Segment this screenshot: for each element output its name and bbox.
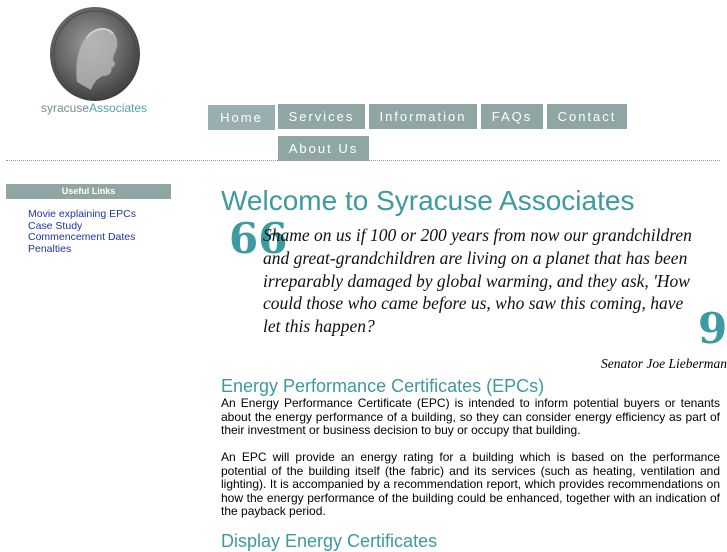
nav-information[interactable]: Information <box>369 104 477 129</box>
sidebar-heading: Useful Links <box>6 184 171 199</box>
sidebar-link-penalties[interactable]: Penalties <box>28 243 136 256</box>
header-divider <box>6 160 720 161</box>
logo-text-suffix: Associates <box>89 101 148 115</box>
quote-attribution: Senator Joe Lieberman <box>601 356 727 371</box>
section-heading-epcs: Energy Performance Certificates (EPCs) <box>221 376 545 396</box>
nav-about-us[interactable]: About Us <box>278 136 369 161</box>
logo-wordmark: syracuseAssociates <box>41 101 151 115</box>
nav-contact[interactable]: Contact <box>547 104 627 129</box>
sidebar-link-commencement-dates[interactable]: Commencement Dates <box>28 231 136 244</box>
nav-home[interactable]: Home <box>208 105 275 130</box>
nav-services[interactable]: Services <box>278 104 365 129</box>
paragraph-epc-intro: An Energy Performance Certificate (EPC) … <box>221 396 720 437</box>
logo-text-prefix: syracuse <box>41 101 90 115</box>
philosopher-medallion-icon <box>50 7 140 101</box>
close-quote-icon: 99 <box>698 304 727 353</box>
page-title: Welcome to Syracuse Associates <box>221 185 635 216</box>
section-heading-dec: Display Energy Certificates <box>221 531 438 551</box>
paragraph-epc-rating: An EPC will provide an energy rating for… <box>221 450 720 518</box>
logo[interactable]: syracuseAssociates <box>41 4 149 116</box>
nav-faqs[interactable]: FAQs <box>481 104 543 129</box>
quote-text: Shame on us if 100 or 200 years from now… <box>263 225 692 337</box>
sidebar-links: Movie explaining EPCs Case Study Commenc… <box>28 208 136 256</box>
sidebar-link-movie[interactable]: Movie explaining EPCs <box>28 208 136 221</box>
